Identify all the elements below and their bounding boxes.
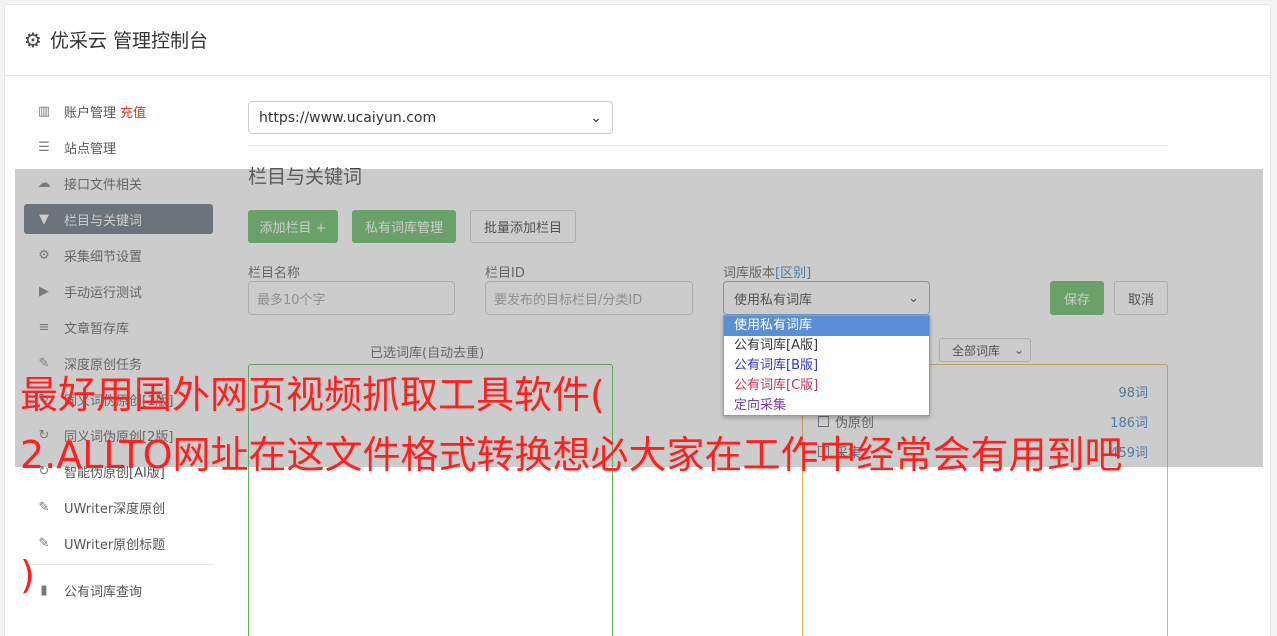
sidebar-divider — [24, 564, 213, 565]
edit-icon: ✎ — [38, 499, 50, 515]
sidebar-item-label: 公有词库查询 — [64, 584, 143, 600]
sidebar-item-label: 账户管理 — [64, 105, 117, 121]
server-icon: ☰ — [38, 139, 50, 155]
app-title: 优采云 管理控制台 — [49, 30, 208, 52]
dropdown-option[interactable]: 公有词库[C版] — [724, 376, 929, 396]
dropdown-option[interactable]: 公有词库[A版] — [724, 336, 929, 356]
book-icon: ▮ — [40, 582, 48, 598]
site-select-value: https://www.ucaiyun.com — [259, 109, 437, 126]
caption-line-3: ) — [20, 553, 35, 597]
edit-icon: ✎ — [38, 535, 50, 551]
sidebar-item-account[interactable]: ▥ 账户管理 充值 — [24, 96, 213, 126]
sidebar-item-label: UWriter原创标题 — [64, 537, 166, 553]
sidebar-item-label: UWriter深度原创 — [64, 501, 166, 517]
sidebar-item-sites[interactable]: ☰ 站点管理 — [24, 132, 213, 162]
dropdown-option[interactable]: 定向采集 — [724, 396, 929, 416]
caption-line-2: 2.ALLTO网址在这文件格式转换想必大家在工作中经常会有用到吧 — [20, 433, 1123, 477]
sidebar-item-uwriter-deep[interactable]: ✎ UWriter深度原创 — [24, 492, 213, 522]
lib-version-dropdown: 使用私有词库 公有词库[A版] 公有词库[B版] 公有词库[C版] 定向采集 — [723, 315, 930, 416]
site-select[interactable]: https://www.ucaiyun.com ⌄ — [248, 101, 613, 134]
caption-line-1: 最好用国外网页视频抓取工具软件( — [20, 373, 605, 417]
sidebar-item-uwriter-title[interactable]: ✎ UWriter原创标题 — [24, 528, 213, 558]
image-overlay — [15, 169, 1263, 467]
bar-chart-icon: ▥ — [37, 103, 51, 119]
divider — [248, 145, 1168, 146]
app-header: ⚙ 优采云 管理控制台 — [4, 4, 1271, 76]
recharge-link[interactable]: 充值 — [120, 102, 146, 121]
dropdown-option[interactable]: 公有词库[B版] — [724, 356, 929, 376]
chevron-down-icon: ⌄ — [590, 109, 602, 126]
sidebar-item-label: 站点管理 — [64, 141, 117, 157]
sidebar-item-public-lib[interactable]: ▮ 公有词库查询 — [24, 575, 213, 605]
gear-icon: ⚙ — [24, 27, 42, 52]
dropdown-option[interactable]: 使用私有词库 — [724, 316, 929, 336]
